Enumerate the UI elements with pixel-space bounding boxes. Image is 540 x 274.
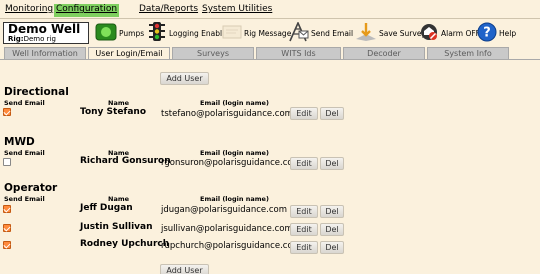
- edit-button[interactable]: Edit: [290, 157, 318, 170]
- pumps-button[interactable]: Pumps: [95, 22, 144, 44]
- menu-configuration[interactable]: Configuration: [54, 4, 120, 17]
- svg-text:?: ?: [483, 26, 491, 41]
- help-label: Help: [499, 28, 517, 38]
- edit-button[interactable]: Edit: [290, 223, 318, 236]
- send-email-checkbox[interactable]: [3, 241, 11, 249]
- rig-message-button[interactable]: Rig Message: [222, 22, 291, 44]
- user-email: rgonsuron@polarisguidance.com: [161, 158, 301, 168]
- send-email-label: Send Email: [311, 28, 354, 38]
- add-user-button[interactable]: Add User: [160, 264, 209, 274]
- menu-system-utilities[interactable]: System Utilities: [200, 4, 274, 17]
- send-email-checkbox[interactable]: [3, 158, 11, 166]
- menu-data-reports[interactable]: Data/Reports: [137, 4, 200, 17]
- traffic-light-icon: [147, 21, 167, 45]
- section-title-mwd: MWD: [4, 136, 35, 148]
- send-email-checkbox[interactable]: [3, 224, 11, 232]
- col-header-name: Name: [108, 99, 130, 107]
- user-name: Jeff Dugan: [80, 203, 133, 213]
- send-email-checkbox[interactable]: [3, 108, 11, 116]
- send-email-checkbox[interactable]: [3, 205, 11, 213]
- col-header-email: Email (login name): [200, 195, 269, 203]
- delete-button[interactable]: Del: [320, 205, 344, 218]
- send-email-icon: [287, 21, 309, 44]
- rig-message-label: Rig Message: [244, 28, 292, 38]
- pumps-icon: [95, 23, 117, 43]
- user-email: jsullivan@polarisguidance.com: [161, 224, 293, 234]
- edit-button[interactable]: Edit: [290, 107, 318, 120]
- delete-button[interactable]: Del: [320, 157, 344, 170]
- edit-button[interactable]: Edit: [290, 205, 318, 218]
- send-email-button[interactable]: Send Email: [287, 21, 354, 44]
- section-title-operator: Operator: [4, 182, 58, 194]
- well-badge: Demo Well Rig:Demo rig: [3, 22, 89, 44]
- user-name: Rodney Upchurch: [80, 239, 170, 249]
- col-header-send-email: Send Email: [4, 99, 45, 107]
- well-name: Demo Well: [8, 22, 81, 36]
- help-button[interactable]: ? Help: [477, 22, 516, 44]
- rig-message-icon: [222, 24, 242, 42]
- user-email: tstefano@polarisguidance.com: [161, 109, 293, 119]
- user-name: Richard Gonsuron: [80, 156, 171, 166]
- col-header-email: Email (login name): [200, 149, 269, 157]
- toolbar: Demo Well Rig:Demo rig Pumps Logging Ena…: [0, 19, 540, 47]
- section-title-directional: Directional: [4, 86, 69, 98]
- save-survey-button[interactable]: Save Survey: [355, 22, 426, 44]
- col-header-send-email: Send Email: [4, 149, 45, 157]
- rig-value: Demo rig: [23, 35, 56, 43]
- pumps-label: Pumps: [119, 28, 145, 38]
- logging-enable-label: Logging Enable: [169, 28, 227, 38]
- save-survey-icon: [355, 22, 377, 44]
- alarm-off-label: Alarm OFF: [441, 28, 480, 38]
- add-user-button[interactable]: Add User: [160, 72, 209, 85]
- user-name: Justin Sullivan: [80, 222, 153, 232]
- alarm-off-button[interactable]: Alarm OFF: [419, 22, 480, 44]
- col-header-send-email: Send Email: [4, 195, 45, 203]
- user-email-panel: Add User Directional Send Email Name Ema…: [0, 59, 540, 274]
- alarm-off-icon: [419, 22, 439, 44]
- delete-button[interactable]: Del: [320, 241, 344, 254]
- col-header-email: Email (login name): [200, 99, 269, 107]
- user-email: rupchurch@polarisguidance.com: [161, 241, 301, 251]
- logging-enable-button[interactable]: Logging Enable: [147, 22, 227, 44]
- rig-info: Rig:Demo rig: [8, 35, 84, 44]
- help-icon: ?: [477, 22, 497, 44]
- menu-monitoring[interactable]: Monitoring: [3, 4, 55, 17]
- edit-button[interactable]: Edit: [290, 241, 318, 254]
- user-name: Tony Stefano: [80, 107, 147, 117]
- delete-button[interactable]: Del: [320, 223, 344, 236]
- user-email: jdugan@polarisguidance.com: [161, 205, 287, 215]
- col-header-name: Name: [108, 195, 130, 203]
- rig-label: Rig:: [8, 35, 24, 43]
- delete-button[interactable]: Del: [320, 107, 344, 120]
- menu-bar: Monitoring Configuration Data/Reports Sy…: [0, 0, 540, 19]
